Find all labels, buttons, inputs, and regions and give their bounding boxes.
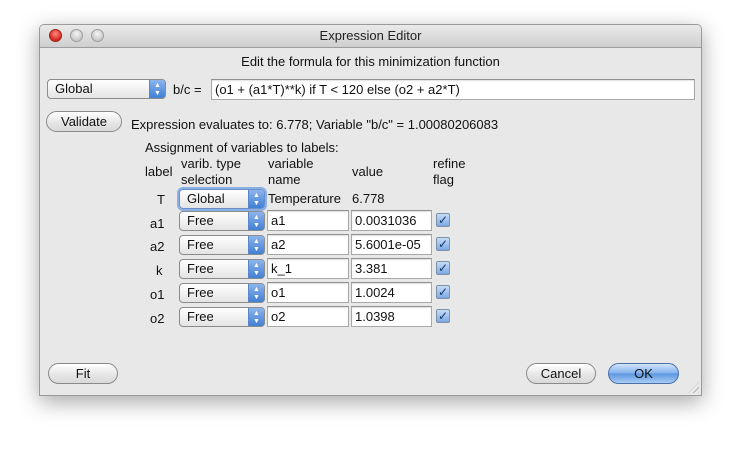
window-title: Expression Editor [319, 28, 422, 43]
type-select-k-value: Free [187, 261, 214, 276]
value-input-a2[interactable]: 5.6001e-05 [351, 234, 432, 255]
col-header-type-2: selection [181, 172, 233, 187]
type-select-a2-value: Free [187, 237, 214, 252]
variable-name-input-a1[interactable]: a1 [267, 210, 349, 231]
status-text: Expression evaluates to: 6.778; Variable… [131, 117, 499, 132]
scope-select[interactable]: Global ▲ ▼ [47, 79, 166, 99]
row-label-o2: o2 [150, 311, 165, 326]
up-down-arrows-icon: ▲ ▼ [248, 260, 264, 278]
col-header-refine-2: flag [433, 172, 454, 187]
dialog-heading: Edit the formula for this minimization f… [241, 54, 500, 69]
row-label-k: k [156, 263, 163, 278]
value-input-o2[interactable]: 1.0398 [351, 306, 432, 327]
type-select-a1[interactable]: Free ▲ ▼ [179, 211, 265, 231]
up-down-arrows-icon: ▲ ▼ [248, 236, 264, 254]
cancel-button[interactable]: Cancel [526, 363, 596, 384]
refine-checkbox-o1[interactable]: ✓ [436, 285, 450, 299]
refine-checkbox-a1[interactable]: ✓ [436, 213, 450, 227]
up-down-arrows-icon: ▲ ▼ [149, 80, 165, 98]
type-select-a2[interactable]: Free ▲ ▼ [179, 235, 265, 255]
type-select-o2-value: Free [187, 309, 214, 324]
col-header-label: label [145, 164, 173, 179]
row-label-a2: a2 [150, 239, 165, 254]
formula-input[interactable]: (o1 + (a1*T)**k) if T < 120 else (o2 + a… [211, 79, 695, 100]
check-mark-icon: ✓ [437, 285, 449, 299]
up-down-arrows-icon: ▲ ▼ [248, 308, 264, 326]
scope-select-value: Global [55, 81, 93, 96]
check-mark-icon: ✓ [437, 309, 449, 323]
variable-name-input-o2[interactable]: o2 [267, 306, 349, 327]
col-header-name-2: name [268, 172, 301, 187]
refine-checkbox-a2[interactable]: ✓ [436, 237, 450, 251]
check-mark-icon: ✓ [437, 213, 449, 227]
title-bar[interactable]: Expression Editor [40, 25, 701, 48]
expression-editor-window: Expression Editor Edit the formula for t… [39, 24, 702, 396]
col-header-refine-1: refine [433, 156, 466, 171]
up-down-arrows-icon: ▲ ▼ [248, 284, 264, 302]
value-input-k[interactable]: 3.381 [351, 258, 432, 279]
row-label-T: T [157, 192, 165, 207]
validate-button[interactable]: Validate [46, 111, 122, 132]
row-label-a1: a1 [150, 216, 165, 231]
type-select-o1[interactable]: Free ▲ ▼ [179, 283, 265, 303]
variable-name-input-a2[interactable]: a2 [267, 234, 349, 255]
up-down-arrows-icon: ▲ ▼ [248, 212, 264, 230]
type-select-a1-value: Free [187, 213, 214, 228]
dependent-variable-label: b/c = [173, 82, 202, 97]
type-select-T[interactable]: Global ▲ ▼ [179, 189, 265, 209]
variable-name-input-k[interactable]: k_1 [267, 258, 349, 279]
fit-button[interactable]: Fit [48, 363, 118, 384]
check-mark-icon: ✓ [437, 237, 449, 251]
ok-button[interactable]: OK [608, 363, 679, 384]
col-header-value: value [352, 164, 384, 179]
type-select-o2[interactable]: Free ▲ ▼ [179, 307, 265, 327]
assignment-title: Assignment of variables to labels: [145, 140, 339, 155]
type-select-T-value: Global [187, 191, 225, 206]
resize-grip-icon[interactable] [688, 382, 699, 393]
row-label-o1: o1 [150, 287, 165, 302]
variable-name-T: Temperature [268, 191, 341, 206]
type-select-o1-value: Free [187, 285, 214, 300]
variable-name-input-o1[interactable]: o1 [267, 282, 349, 303]
refine-checkbox-k[interactable]: ✓ [436, 261, 450, 275]
value-T: 6.778 [352, 191, 385, 206]
refine-checkbox-o2[interactable]: ✓ [436, 309, 450, 323]
up-down-arrows-icon: ▲ ▼ [248, 190, 264, 208]
type-select-k[interactable]: Free ▲ ▼ [179, 259, 265, 279]
col-header-name-1: variable [268, 156, 314, 171]
value-input-a1[interactable]: 0.0031036 [351, 210, 432, 231]
check-mark-icon: ✓ [437, 261, 449, 275]
col-header-type-1: varib. type [181, 156, 241, 171]
value-input-o1[interactable]: 1.0024 [351, 282, 432, 303]
